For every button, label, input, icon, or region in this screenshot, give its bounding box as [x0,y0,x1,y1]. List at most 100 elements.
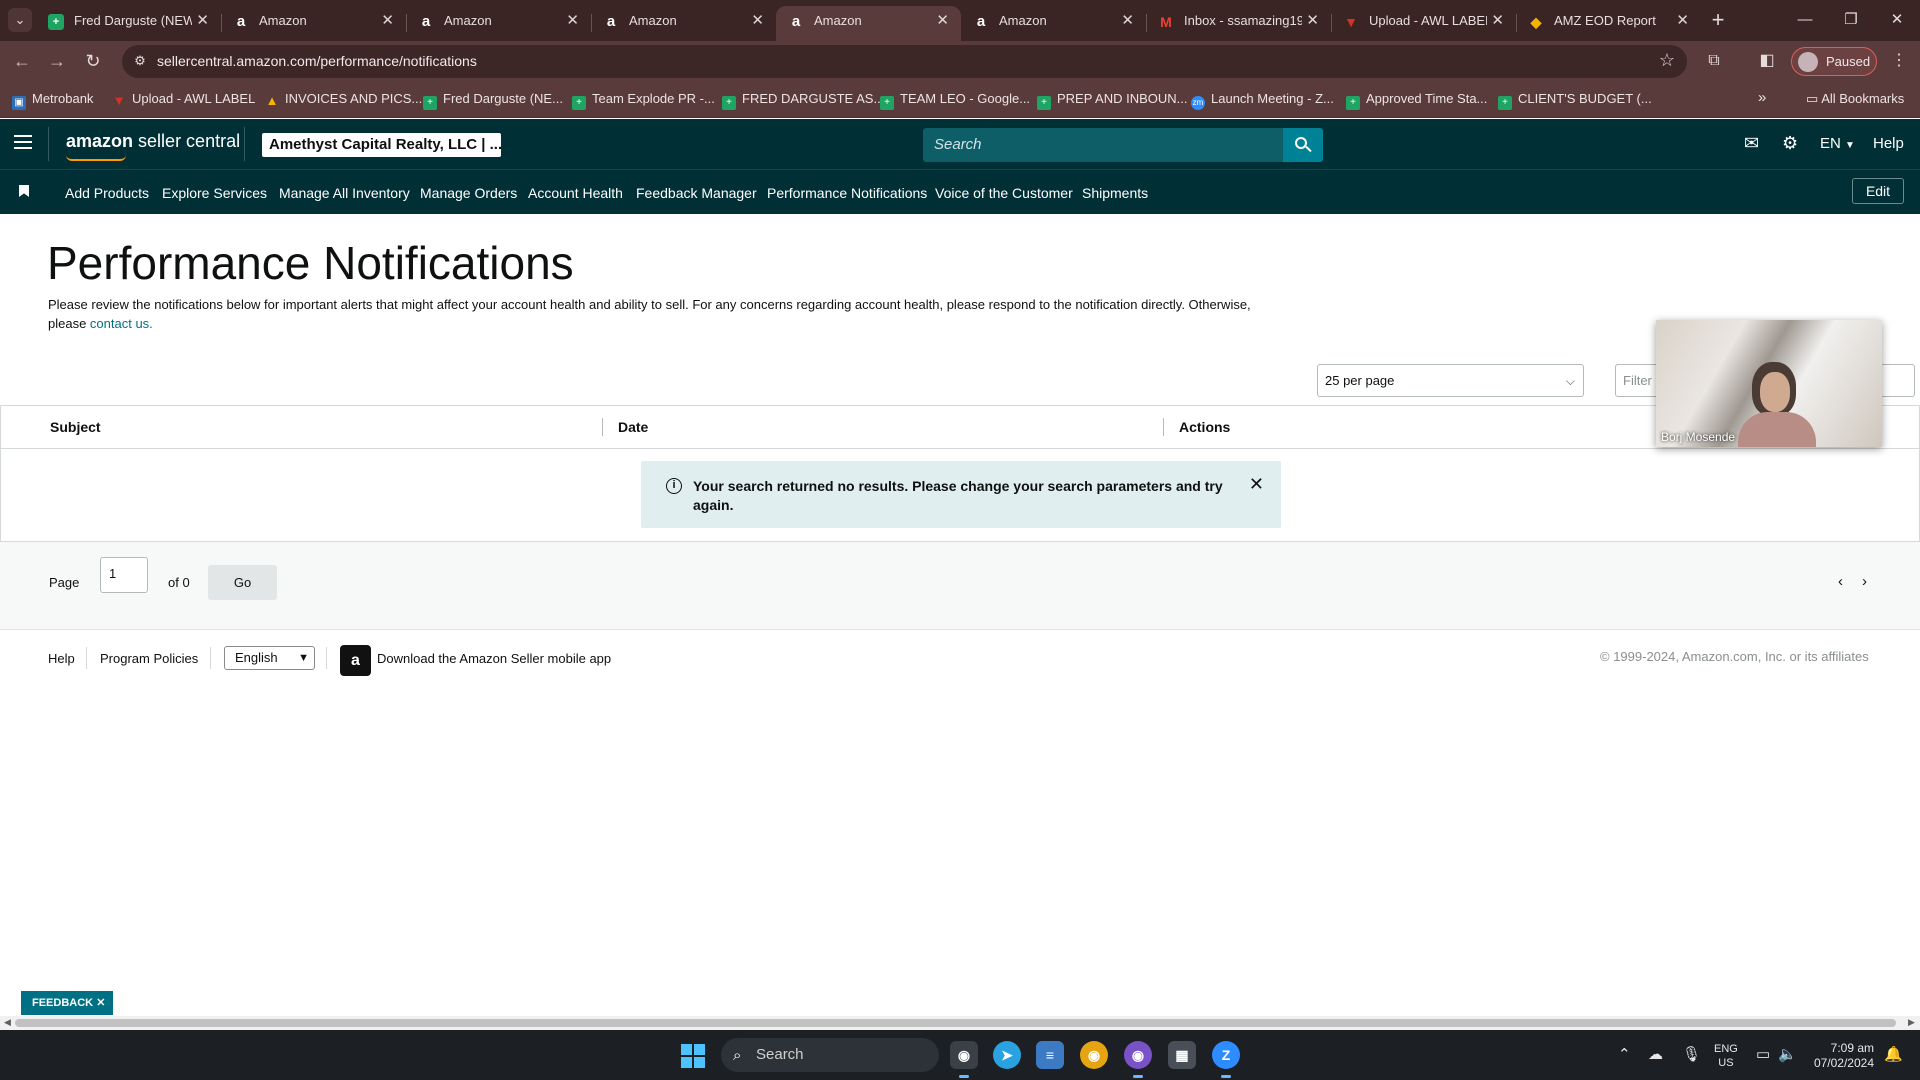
onedrive-icon[interactable]: ☁ [1648,1045,1663,1063]
tab-close-icon[interactable]: ✕ [1121,11,1134,29]
browser-menu-icon[interactable]: ⋮ [1888,50,1910,72]
telegram-icon[interactable]: ➤ [993,1041,1021,1069]
edit-nav-button[interactable]: Edit [1852,178,1904,204]
seller-central-logo[interactable]: amazon seller central [66,131,240,152]
mail-icon[interactable]: ✉ [1744,133,1759,154]
program-policies-link[interactable]: Program Policies [100,651,198,666]
chrome-profile-icon[interactable]: ◉ [1080,1041,1108,1069]
download-app-link[interactable]: Download the Amazon Seller mobile app [377,651,611,666]
tab-close-icon[interactable]: ✕ [381,11,394,29]
minimize-icon[interactable]: — [1782,5,1828,35]
browser-tab[interactable]: a Amazon ✕ [406,6,591,41]
bookmark-item[interactable]: + CLIENT'S BUDGET (... [1498,91,1652,110]
browser-tab[interactable]: a Amazon ✕ [961,6,1146,41]
tab-close-icon[interactable]: ✕ [936,11,949,29]
window-close-icon[interactable]: ✕ [1874,5,1920,35]
bookmark-item[interactable]: ▣ Metrobank [12,91,93,110]
feedback-button[interactable]: FEEDBACK ✕ [21,991,113,1015]
restore-icon[interactable]: ❐ [1828,5,1874,35]
nav-manage-all-inventory[interactable]: Manage All Inventory [279,185,410,201]
nav-feedback-manager[interactable]: Feedback Manager [636,185,757,201]
bookmark-item[interactable]: + FRED DARGUSTE AS... [722,91,884,110]
bookmark-icon[interactable] [19,185,29,197]
taskbar-clock[interactable]: 7:09 am 07/02/2024 [1812,1041,1874,1071]
browser-tab[interactable]: M Inbox - ssamazing19 ✕ [1146,6,1331,41]
account-switcher[interactable]: Amethyst Capital Realty, LLC | ... [262,133,501,157]
notifications-icon[interactable]: 🔔 [1884,1045,1903,1063]
all-bookmarks-button[interactable]: ▭ All Bookmarks [1806,91,1904,107]
search-button[interactable] [1283,128,1323,162]
bookmark-item[interactable]: + Approved Time Sta... [1346,91,1487,110]
bookmark-item[interactable]: + PREP AND INBOUN... [1037,91,1188,110]
scroll-right-icon[interactable]: ▶ [1908,1017,1915,1028]
site-info-icon[interactable]: ⚙ [132,53,148,69]
zoom-icon[interactable]: Z [1212,1041,1240,1069]
video-call-thumbnail[interactable]: Borj Mosende [1656,320,1882,447]
bookmark-item[interactable]: zm Launch Meeting - Z... [1191,91,1334,110]
chevron-right-icon[interactable]: › [1862,573,1867,590]
bookmark-item[interactable]: + Fred Darguste (NE... [423,91,563,110]
url-text[interactable]: sellercentral.amazon.com/performance/not… [157,53,477,69]
help-link[interactable]: Help [1873,135,1904,152]
tab-close-icon[interactable]: ✕ [751,11,764,29]
gear-icon[interactable]: ⚙ [1782,133,1798,154]
profile-paused-button[interactable]: Paused [1791,47,1877,76]
chrome-alt-icon[interactable]: ◉ [1124,1041,1152,1069]
nav-add-products[interactable]: Add Products [65,185,149,201]
per-page-select[interactable]: 25 per page ⌵ [1317,364,1584,397]
chevron-left-icon[interactable]: ‹ [1838,573,1843,590]
scrollbar-thumb[interactable] [15,1019,1896,1027]
nav-shipments[interactable]: Shipments [1082,185,1148,201]
nav-performance-notifications[interactable]: Performance Notifications [767,185,927,201]
extensions-icon[interactable]: ⧉ [1703,50,1725,72]
column-date[interactable]: Date [618,419,648,435]
bookmark-star-icon[interactable]: ☆ [1659,50,1675,71]
browser-tab[interactable]: a Amazon ✕ [221,6,406,41]
horizontal-scrollbar[interactable]: ◀ ▶ [0,1016,1920,1030]
microphone-icon[interactable]: 🎙 [1682,1045,1701,1063]
tab-close-icon[interactable]: ✕ [1306,11,1319,29]
close-icon[interactable]: ✕ [1249,474,1264,495]
browser-tab[interactable]: ◆ AMZ EOD Report ✕ [1516,6,1701,41]
browser-tab[interactable]: a Amazon ✕ [591,6,776,41]
windows-start-icon[interactable] [681,1044,705,1068]
nav-manage-orders[interactable]: Manage Orders [420,185,517,201]
browser-tab[interactable]: ▼ Upload - AWL LABEL ✕ [1331,6,1516,41]
chrome-icon[interactable]: ◉ [950,1041,978,1069]
search-input[interactable]: Search [923,128,1283,162]
close-icon[interactable]: ✕ [96,997,105,1009]
bookmark-item[interactable]: ▲ INVOICES AND PICS... [265,91,423,108]
forward-arrow-icon[interactable]: → [44,48,70,74]
footer-language-select[interactable]: English ▼ [224,646,315,670]
input-language[interactable]: ENG US [1714,1042,1738,1070]
nav-voice-of-the-customer[interactable]: Voice of the Customer [935,185,1073,201]
bookmark-item[interactable]: + TEAM LEO - Google... [880,91,1030,110]
language-selector[interactable]: EN ▼ [1820,135,1855,152]
tab-close-icon[interactable]: ✕ [566,11,579,29]
more-bookmarks-chevron-icon[interactable]: » [1758,89,1766,106]
go-button[interactable]: Go [208,565,277,600]
tab-close-icon[interactable]: ✕ [1491,11,1504,29]
back-arrow-icon[interactable]: ← [9,48,35,74]
tray-chevron-up-icon[interactable]: ⌃ [1618,1045,1631,1063]
hamburger-menu-icon[interactable] [14,135,32,151]
tab-search-chevron-icon[interactable]: ⌄ [8,8,32,32]
amazon-app-icon[interactable]: a [340,645,371,676]
volume-icon[interactable]: 🔈 [1778,1045,1797,1063]
bookmark-item[interactable]: ▼ Upload - AWL LABEL [112,91,256,108]
notepad-icon[interactable]: ≡ [1036,1041,1064,1069]
new-tab-plus-icon[interactable]: + [1704,6,1732,34]
network-icon[interactable]: ▭ [1756,1045,1770,1063]
nav-explore-services[interactable]: Explore Services [162,185,267,201]
page-number-input[interactable]: 1 [100,557,148,593]
scroll-left-icon[interactable]: ◀ [4,1017,11,1028]
tab-close-icon[interactable]: ✕ [196,11,209,29]
tab-close-icon[interactable]: ✕ [1676,11,1689,29]
footer-help-link[interactable]: Help [48,651,75,666]
bookmark-item[interactable]: + Team Explode PR -... [572,91,715,110]
contact-us-link[interactable]: contact us. [90,316,153,331]
browser-tab[interactable]: + Fred Darguste (NEW ✕ [36,6,221,41]
side-panel-icon[interactable]: ◧ [1756,50,1778,72]
browser-tab-active[interactable]: a Amazon ✕ [776,6,961,41]
calculator-icon[interactable]: ▦ [1168,1041,1196,1069]
